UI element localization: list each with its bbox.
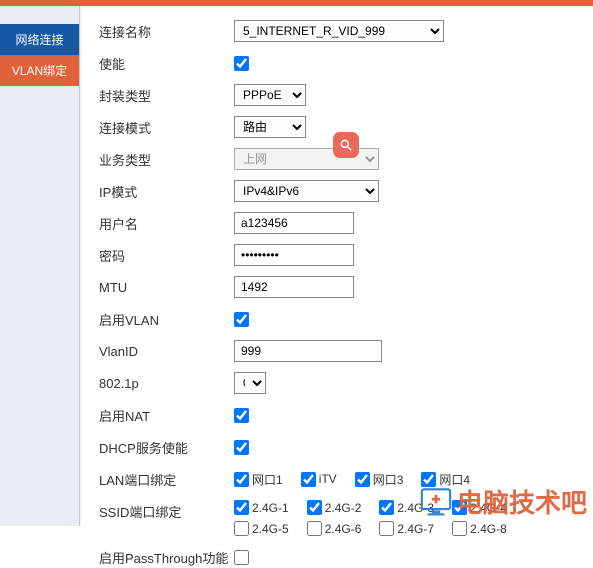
ssid-bind-item[interactable]: 2.4G-2: [307, 500, 362, 515]
checkbox-ssid-5[interactable]: [234, 521, 249, 536]
input-vlanid[interactable]: [234, 340, 382, 362]
main-layout: 网络连接 VLAN绑定 连接名称 5_INTERNET_R_VID_999 使能…: [0, 6, 593, 526]
checkbox-ssid-3[interactable]: [379, 500, 394, 515]
input-username[interactable]: [234, 212, 354, 234]
select-mode[interactable]: 路由: [234, 116, 306, 138]
label-lan-bind: LAN端口绑定: [99, 470, 234, 489]
ssid-bind-item[interactable]: 2.4G-7: [379, 521, 434, 536]
input-mtu[interactable]: [234, 276, 354, 298]
checkbox-ssid-6[interactable]: [307, 521, 322, 536]
checkbox-vlan-en[interactable]: [234, 312, 249, 327]
checkbox-ssid-8[interactable]: [452, 521, 467, 536]
label-encap: 封装类型: [99, 86, 234, 105]
lan-bind-item[interactable]: 网口4: [421, 471, 470, 488]
checkbox-ssid-2[interactable]: [307, 500, 322, 515]
label-user: 用户名: [99, 214, 234, 233]
label-enable: 使能: [99, 54, 234, 73]
label-mode: 连接模式: [99, 118, 234, 137]
ssid-bind-item[interactable]: 2.4G-4: [452, 500, 507, 515]
content-panel: 连接名称 5_INTERNET_R_VID_999 使能 封装类型 PPPoE …: [80, 6, 593, 526]
lan-bind-item[interactable]: 网口3: [355, 471, 404, 488]
checkbox-lan1[interactable]: [234, 472, 249, 487]
select-encap[interactable]: PPPoE: [234, 84, 306, 106]
lan-bind-group: 网口1 iTV 网口3 网口4: [234, 471, 470, 488]
checkbox-dhcp-en[interactable]: [234, 440, 249, 455]
select-8021p[interactable]: 0: [234, 372, 266, 394]
checkbox-passthrough[interactable]: [234, 550, 249, 565]
label-nat-en: 启用NAT: [99, 406, 234, 425]
ssid-bind-item[interactable]: 2.4G-3: [379, 500, 434, 515]
label-8021p: 802.1p: [99, 376, 234, 391]
label-passthrough: 启用PassThrough功能: [99, 548, 234, 567]
label-dhcp-en: DHCP服务使能: [99, 438, 234, 457]
label-ipmode: IP模式: [99, 182, 234, 201]
lan-bind-item[interactable]: iTV: [301, 471, 337, 488]
label-svc: 业务类型: [99, 150, 234, 169]
label-mtu: MTU: [99, 280, 234, 295]
select-svc: 上网: [234, 148, 379, 170]
sidebar: 网络连接 VLAN绑定: [0, 6, 80, 526]
label-conn-name: 连接名称: [99, 22, 234, 41]
ssid-bind-item[interactable]: 2.4G-6: [307, 521, 362, 536]
checkbox-lan4[interactable]: [421, 472, 436, 487]
ssid-bind-group: 2.4G-1 2.4G-2 2.4G-3 2.4G-4 2.4G-5 2.4G-…: [234, 500, 574, 536]
sidebar-item-vlan-bind[interactable]: VLAN绑定: [0, 55, 79, 86]
label-vlanid: VlanID: [99, 344, 234, 359]
checkbox-itv[interactable]: [301, 472, 316, 487]
checkbox-lan3[interactable]: [355, 472, 370, 487]
input-password[interactable]: [234, 244, 354, 266]
sidebar-item-network-conn[interactable]: 网络连接: [0, 24, 79, 55]
ssid-bind-item[interactable]: 2.4G-1: [234, 500, 289, 515]
label-ssid-bind: SSID端口绑定: [99, 500, 234, 521]
select-conn-name[interactable]: 5_INTERNET_R_VID_999: [234, 20, 444, 42]
label-pass: 密码: [99, 246, 234, 265]
label-vlan-en: 启用VLAN: [99, 310, 234, 329]
checkbox-nat-en[interactable]: [234, 408, 249, 423]
ssid-bind-item[interactable]: 2.4G-8: [452, 521, 507, 536]
checkbox-ssid-1[interactable]: [234, 500, 249, 515]
sidebar-item-label: VLAN绑定: [12, 64, 67, 78]
select-ipmode[interactable]: IPv4&IPv6: [234, 180, 379, 202]
sidebar-item-label: 网络连接: [15, 33, 63, 47]
checkbox-ssid-7[interactable]: [379, 521, 394, 536]
ssid-bind-item[interactable]: 2.4G-5: [234, 521, 289, 536]
checkbox-enable[interactable]: [234, 56, 249, 71]
checkbox-ssid-4[interactable]: [452, 500, 467, 515]
lan-bind-item[interactable]: 网口1: [234, 471, 283, 488]
